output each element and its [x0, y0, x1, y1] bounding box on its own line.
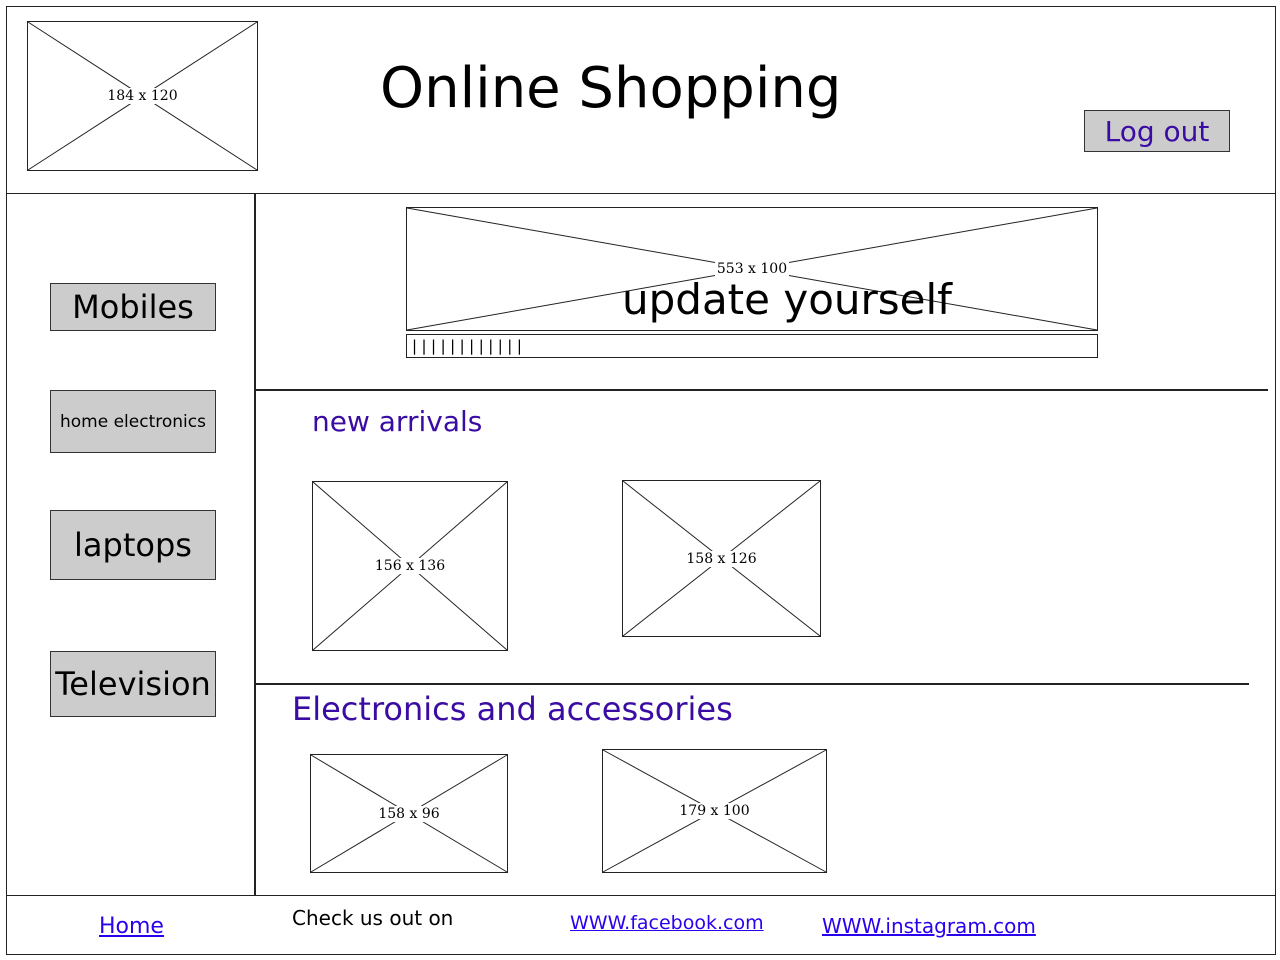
logout-button-label: Log out	[1104, 114, 1210, 148]
sidebar-item-label: laptops	[74, 526, 192, 564]
sidebar-item-mobiles[interactable]: Mobiles	[50, 283, 216, 331]
electronics-image-2[interactable]: 179 x 100	[602, 749, 827, 873]
footer-check-us-text: Check us out on	[292, 906, 454, 930]
footer-instagram-link[interactable]: WWW.instagram.com	[822, 912, 1036, 940]
banner-progress-bar: ||||||||||||	[406, 334, 1098, 358]
placeholder-label: 156 x 136	[372, 558, 448, 574]
banner-progress-text: ||||||||||||	[410, 337, 525, 355]
placeholder-label: 158 x 96	[376, 805, 442, 822]
logo-image-placeholder: 184 x 120	[27, 21, 258, 171]
section-divider	[256, 389, 1268, 391]
placeholder-label: 179 x 100	[677, 803, 752, 819]
sidebar-item-home-electronics[interactable]: home electronics	[50, 390, 216, 453]
sidebar-item-laptops[interactable]: laptops	[50, 510, 216, 580]
sidebar-item-television[interactable]: Television	[50, 651, 216, 717]
electronics-heading: Electronics and accessories	[292, 690, 733, 728]
sidebar-item-label: Mobiles	[72, 288, 194, 326]
banner-text: update yourself	[622, 275, 952, 324]
new-arrival-image-1[interactable]: 156 x 136	[312, 481, 508, 651]
footer-facebook-link[interactable]: WWW.facebook.com	[570, 910, 764, 936]
electronics-image-1[interactable]: 158 x 96	[310, 754, 508, 873]
sidebar-divider	[254, 194, 256, 895]
logout-button[interactable]: Log out	[1084, 110, 1230, 152]
sidebar-item-label: Television	[55, 665, 211, 703]
new-arrival-image-2[interactable]: 158 x 126	[622, 480, 821, 637]
sidebar-item-label: home electronics	[60, 411, 206, 432]
section-divider	[256, 683, 1249, 685]
placeholder-label: 158 x 126	[684, 550, 759, 567]
page-title: Online Shopping	[380, 56, 842, 121]
footer-home-link[interactable]: Home	[99, 912, 164, 942]
new-arrivals-heading: new arrivals	[312, 405, 483, 438]
logo-placeholder-label: 184 x 120	[105, 88, 180, 104]
